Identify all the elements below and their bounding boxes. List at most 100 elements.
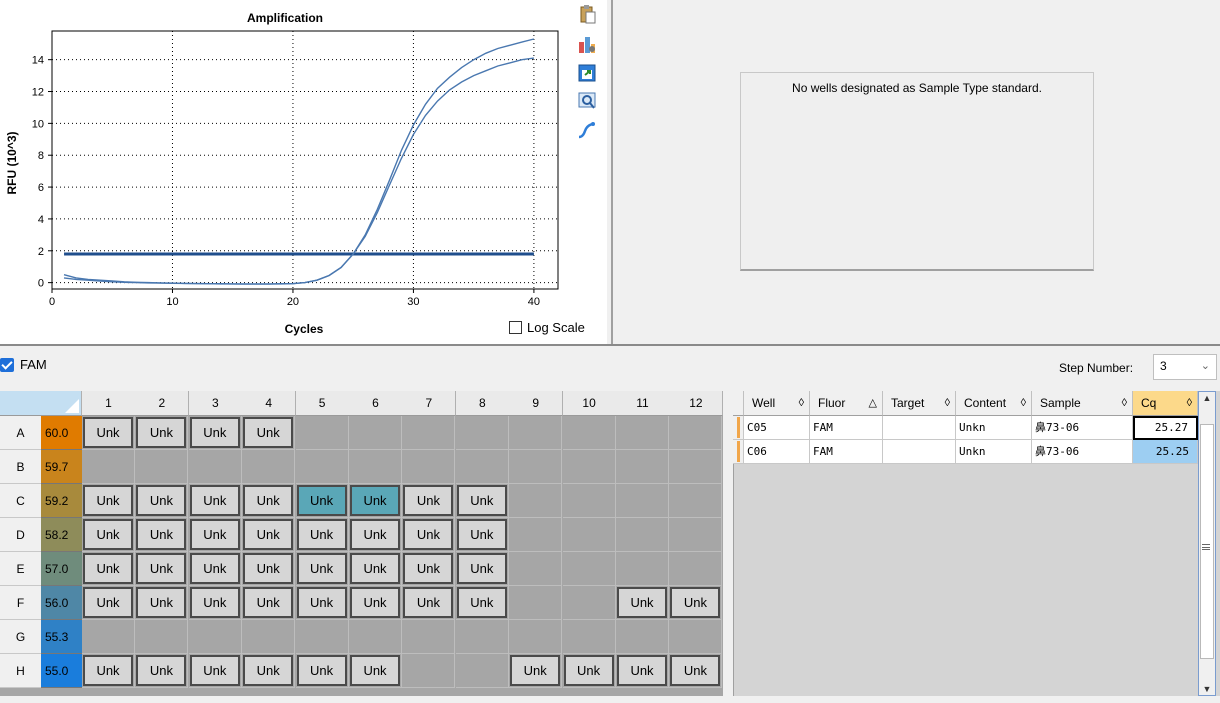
plate-well[interactable] [509,450,563,484]
plate-well[interactable] [295,416,349,450]
plate-well[interactable]: Unk [242,654,296,688]
plate-well[interactable]: Unk [242,552,296,586]
plate-well[interactable] [135,620,189,654]
fam-checkbox[interactable] [0,357,14,372]
plate-well[interactable]: Unk [188,518,242,552]
plate-well[interactable]: Unk [402,484,456,518]
clipboard-icon[interactable] [577,4,597,24]
plate-well[interactable]: Unk [188,484,242,518]
plate-well[interactable] [562,484,616,518]
plate-row-header[interactable]: B [0,450,41,484]
plate-well[interactable] [295,450,349,484]
plate-well[interactable]: Unk [669,654,723,688]
plate-well[interactable]: Unk [82,416,135,450]
plate-well[interactable] [188,450,242,484]
sort-icon[interactable]: △ [869,391,877,416]
plate-well[interactable]: Unk [188,552,242,586]
curve-fit-icon[interactable] [577,120,597,140]
plate-well[interactable] [616,518,669,552]
plate-column-header[interactable]: 12 [669,391,724,416]
plate-well[interactable] [402,620,456,654]
plate-well[interactable]: Unk [349,654,402,688]
plate-well[interactable]: Unk [135,552,189,586]
plate-well[interactable] [509,484,563,518]
plate-well[interactable] [455,450,509,484]
row-selector[interactable] [733,440,744,464]
column-header-fluor[interactable]: Fluor △ [810,391,883,416]
row-selector[interactable] [733,416,744,440]
plate-well[interactable]: Unk [616,586,669,620]
plate-column-header[interactable]: 11 [616,391,670,416]
scrollbar-thumb[interactable] [1200,424,1214,659]
chart-settings-icon[interactable] [577,34,597,54]
plate-well[interactable]: Unk [455,586,509,620]
plate-well[interactable] [82,450,135,484]
plate-well[interactable] [455,416,509,450]
plate-well[interactable] [509,552,563,586]
plate-well[interactable]: Unk [295,654,349,688]
plate-well[interactable]: Unk [669,586,723,620]
plate-well[interactable]: Unk [135,518,189,552]
plate-well[interactable] [188,620,242,654]
scroll-up-icon[interactable]: ▲ [1201,393,1213,403]
plate-well[interactable]: Unk [242,518,296,552]
plate-well[interactable] [669,416,723,450]
plate-column-header[interactable]: 1 [82,391,136,416]
scroll-down-icon[interactable]: ▼ [1201,684,1213,694]
plate-well[interactable] [669,620,723,654]
column-header-target[interactable]: Target ◊ [883,391,956,416]
plate-well[interactable]: Unk [242,484,296,518]
cell-sample[interactable]: 鼻73-06 [1032,416,1133,440]
plate-well[interactable]: Unk [82,586,135,620]
plate-well[interactable] [402,416,456,450]
cell-content[interactable]: Unkn [956,440,1032,464]
plate-row-header[interactable]: H [0,654,41,688]
sort-icon[interactable]: ◊ [945,391,950,416]
plate-well[interactable]: Unk [509,654,563,688]
plate-well[interactable]: Unk [349,484,402,518]
cell-cq[interactable]: 25.27 [1133,416,1198,440]
column-header-cq[interactable]: Cq ◊ [1133,391,1198,416]
log-scale-checkbox[interactable] [509,320,522,334]
plate-well[interactable] [402,654,456,688]
plate-well[interactable] [242,620,296,654]
plate-well[interactable] [82,620,135,654]
plate-well[interactable]: Unk [349,552,402,586]
column-header-content[interactable]: Content ◊ [956,391,1032,416]
plate-column-header[interactable]: 3 [188,391,243,416]
plate-well[interactable]: Unk [188,416,242,450]
plate-well[interactable]: Unk [82,552,135,586]
plate-well[interactable] [562,416,616,450]
plate-well[interactable] [295,620,349,654]
cell-well[interactable]: C05 [744,416,810,440]
plate-well[interactable]: Unk [349,518,402,552]
column-header-well[interactable]: Well ◊ [744,391,810,416]
plate-well[interactable] [135,450,189,484]
plate-well[interactable] [616,416,669,450]
plate-well[interactable]: Unk [455,518,509,552]
plate-well[interactable] [509,620,563,654]
plate-well[interactable] [509,586,563,620]
plate-well[interactable]: Unk [242,586,296,620]
sort-icon[interactable]: ◊ [799,391,804,416]
plate-column-header[interactable]: 9 [509,391,564,416]
plate-well[interactable] [669,484,723,518]
plate-well[interactable] [669,450,723,484]
plate-well[interactable]: Unk [135,586,189,620]
plate-well[interactable] [562,586,616,620]
cell-target[interactable] [883,440,956,464]
plate-column-header[interactable]: 7 [402,391,457,416]
plate-well[interactable] [455,620,509,654]
sort-icon[interactable]: ◊ [1122,391,1127,416]
plate-well[interactable]: Unk [295,552,349,586]
cell-cq[interactable]: 25.25 [1133,440,1198,464]
plate-well[interactable]: Unk [82,484,135,518]
step-number-select[interactable]: 3 ⌄ [1153,354,1217,380]
plate-row-header[interactable]: D [0,518,41,552]
plate-row-header[interactable]: A [0,416,41,450]
plate-well[interactable] [562,450,616,484]
column-header-sample[interactable]: Sample ◊ [1032,391,1133,416]
cell-fluor[interactable]: FAM [810,440,883,464]
plate-column-header[interactable]: 2 [135,391,190,416]
plate-well[interactable]: Unk [135,654,189,688]
